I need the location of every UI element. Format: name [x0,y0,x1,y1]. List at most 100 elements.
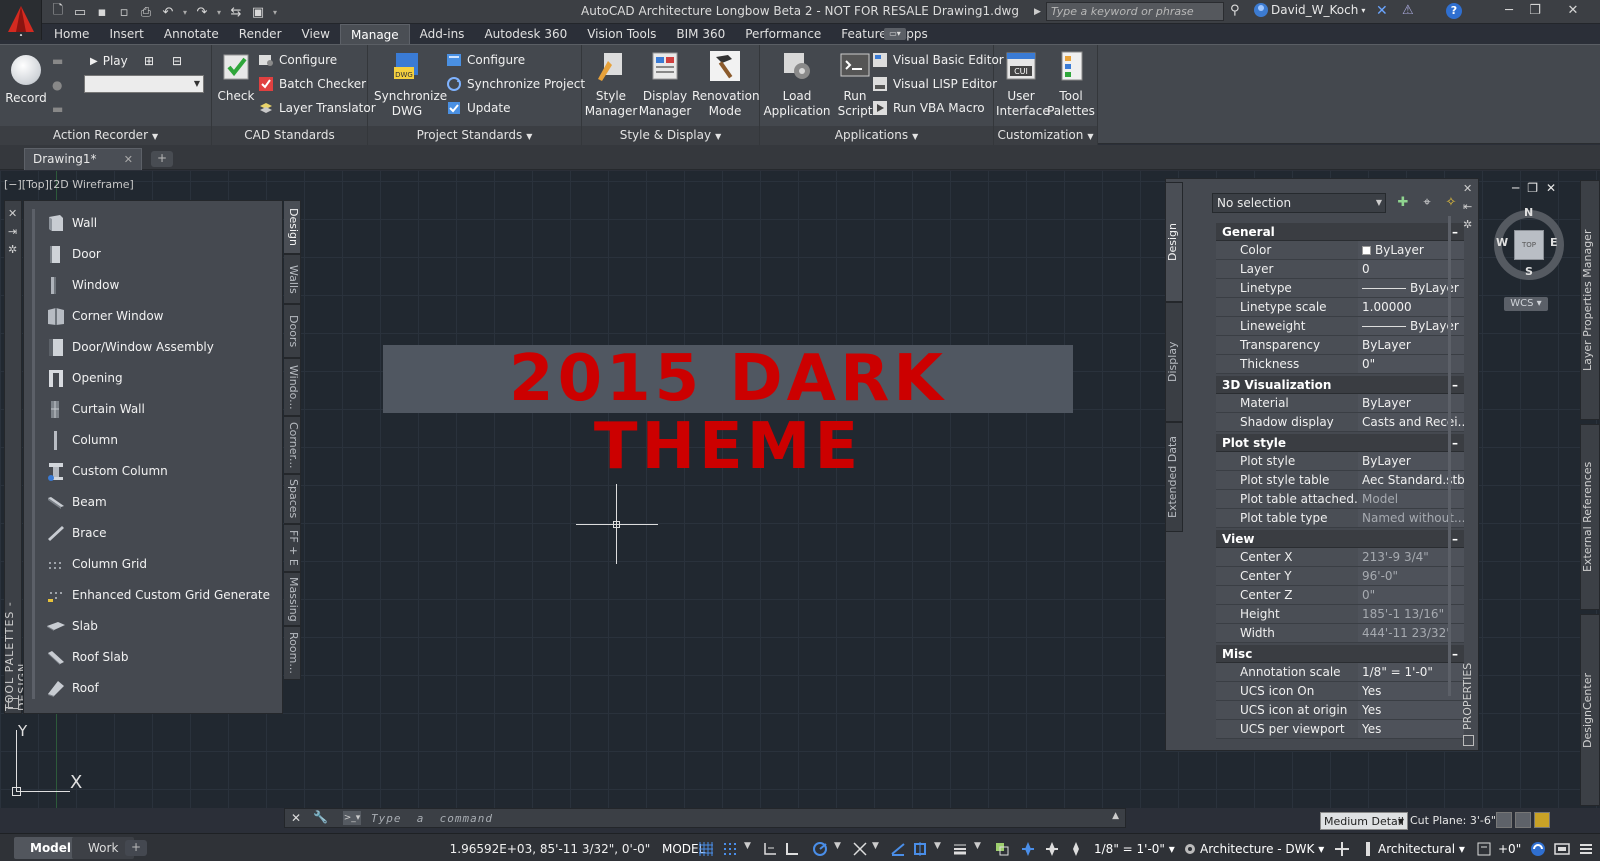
property-row[interactable]: Transparency ByLayer [1216,336,1464,355]
tool-wall[interactable]: Wall [46,207,278,238]
command-input[interactable] [371,810,1091,826]
crosshair-toggle-icon[interactable] [1334,841,1350,857]
property-row[interactable]: Center X 213'-9 3/4" [1216,548,1464,567]
record-button[interactable]: Record [4,49,48,106]
property-row[interactable]: Width 444'-11 23/32" [1216,624,1464,643]
property-row[interactable]: Height 185'-1 13/16" [1216,605,1464,624]
tab-view[interactable]: View [292,24,340,44]
tool-beam[interactable]: Beam [46,486,278,517]
layer-key-icon[interactable] [1515,812,1531,828]
redo-dropdown-icon[interactable]: ▾ [214,3,224,21]
palette-grid-icon[interactable] [1463,735,1474,746]
customization-menu-icon[interactable] [1578,841,1594,857]
grid-icon[interactable] [698,841,714,857]
visual-lisp-editor-button[interactable]: Visual LISP Editor [872,74,997,94]
tab-vision-tools[interactable]: Vision Tools [577,24,666,44]
undo-dropdown-icon[interactable]: ▾ [180,3,190,21]
panel-title-style-display[interactable]: Style & Display ▼ [582,126,759,145]
new-icon[interactable]: 🗋 [48,3,68,21]
workspace-gear-icon[interactable] [1182,841,1198,857]
workspace-switch[interactable]: Architecture - DWK ▾ [1200,839,1324,859]
add-selected-icon[interactable]: ✚ [1394,194,1412,212]
tool-enhanced-custom-grid[interactable]: Enhanced Custom Grid Generate [46,579,278,610]
viewport-restore-icon[interactable]: ❐ [1527,181,1538,195]
tool-palette-scrollbar[interactable] [32,209,35,699]
quick-select-icon[interactable]: ✧ [1442,194,1460,212]
property-row[interactable]: Lineweight ByLayer [1216,317,1464,336]
select-objects-icon[interactable]: ⌖ [1418,194,1436,212]
panel-title-applications[interactable]: Applications ▼ [760,126,993,145]
autodesk-exchange-icon[interactable]: ✕ [1376,3,1388,19]
document-tab-drawing1[interactable]: Drawing1* ✕ [24,148,142,170]
property-row[interactable]: UCS icon at origin Yes [1216,701,1464,720]
application-menu-button[interactable]: A [0,0,42,40]
tab-home[interactable]: Home [44,24,99,44]
collapse-icon[interactable]: – [1452,645,1458,663]
renovation-mode-button[interactable]: Renovation Mode [692,49,760,119]
tool-palettes-button[interactable]: Tool Palettes [1046,49,1096,119]
quick-properties-icon[interactable] [1476,841,1492,857]
palette-tab-walls[interactable]: Walls [284,254,301,304]
check-button[interactable]: Check [214,49,258,104]
undo-icon[interactable]: ↶ [158,3,178,21]
wcs-menu[interactable]: WCS ▾ [1504,297,1548,311]
compass-north[interactable]: N [1524,206,1533,219]
save-as-icon[interactable]: ▫ [114,3,134,21]
macro-select-dropdown[interactable]: ▼ [84,75,204,93]
new-layout-button[interactable]: + [125,840,147,856]
tab-render[interactable]: Render [229,24,292,44]
synchronize-project-button[interactable]: Synchronize Project [446,74,585,94]
display-manager-button[interactable]: Display Manager [638,49,692,119]
match-properties-icon[interactable]: ⇆ [226,3,246,21]
close-icon[interactable]: ✕ [291,811,301,825]
user-account-menu[interactable]: David_W_Koch ▾ [1254,3,1365,17]
tool-column-grid[interactable]: Column Grid [46,548,278,579]
collapse-icon[interactable]: – [1452,376,1458,394]
side-palette-designcenter[interactable]: DesignCenter [1580,614,1600,806]
close-icon[interactable]: ✕ [124,149,133,170]
property-value[interactable]: Yes [1358,701,1464,719]
plot-icon[interactable]: ▣ [248,3,268,21]
qat-customize-icon[interactable]: ▾ [270,3,280,21]
layer-translator-button[interactable]: Layer Translator [258,98,376,118]
tool-custom-column[interactable]: Custom Column [46,455,278,486]
surface-hatch-icon[interactable] [1496,812,1512,828]
tab-add-ins[interactable]: Add-ins [410,24,475,44]
search-expand-icon[interactable]: ▶ [1034,3,1044,21]
restore-button[interactable]: ❐ [1522,1,1548,21]
properties-icon[interactable]: ✲ [8,241,17,259]
property-row[interactable]: Center Z 0" [1216,586,1464,605]
infer-constraints-icon[interactable] [762,841,778,857]
lineweight-icon[interactable] [952,841,968,857]
configure-standards-button[interactable]: Configure [258,50,337,70]
tool-brace[interactable]: Brace [46,517,278,548]
property-category[interactable]: Plot style – [1216,434,1464,452]
property-category[interactable]: Misc – [1216,645,1464,663]
collapse-icon[interactable]: – [1452,530,1458,548]
property-category[interactable]: View – [1216,530,1464,548]
load-application-button[interactable]: Load Application [762,49,832,119]
redo-icon[interactable]: ↷ [192,3,212,21]
palette-tab-ff-e[interactable]: FF + E [284,524,301,572]
selection-dropdown[interactable]: No selection ▼ [1212,193,1386,213]
collapse-icon[interactable]: – [1452,223,1458,241]
tool-door[interactable]: Door [46,238,278,269]
record-option-icon-2[interactable]: ● [52,75,62,95]
compass-south[interactable]: S [1525,265,1533,278]
wrench-icon[interactable]: 🔧 [313,810,328,824]
ribbon-minimize-icon[interactable]: ▭▾ [884,28,906,40]
display-detail-dropdown[interactable]: Medium Detail ▼ [1320,812,1408,830]
tool-corner-window[interactable]: Corner Window [46,300,278,331]
tool-roof-slab[interactable]: Roof Slab [46,641,278,672]
panel-title-project-standards[interactable]: Project Standards ▼ [368,126,581,145]
compass-east[interactable]: E [1550,236,1558,249]
property-row[interactable]: UCS icon On Yes [1216,682,1464,701]
viewcube[interactable]: TOP N S E W [1494,206,1564,280]
user-interface-button[interactable]: CUI User Interface [996,49,1050,119]
close-icon[interactable]: ✕ [8,205,17,223]
save-icon[interactable]: ▪ [92,3,112,21]
tool-roof[interactable]: Roof [46,672,278,703]
insert-message-icon[interactable]: ⊞ [144,51,154,71]
tab-performance[interactable]: Performance [735,24,831,44]
tab-bim-360[interactable]: BIM 360 [666,24,735,44]
